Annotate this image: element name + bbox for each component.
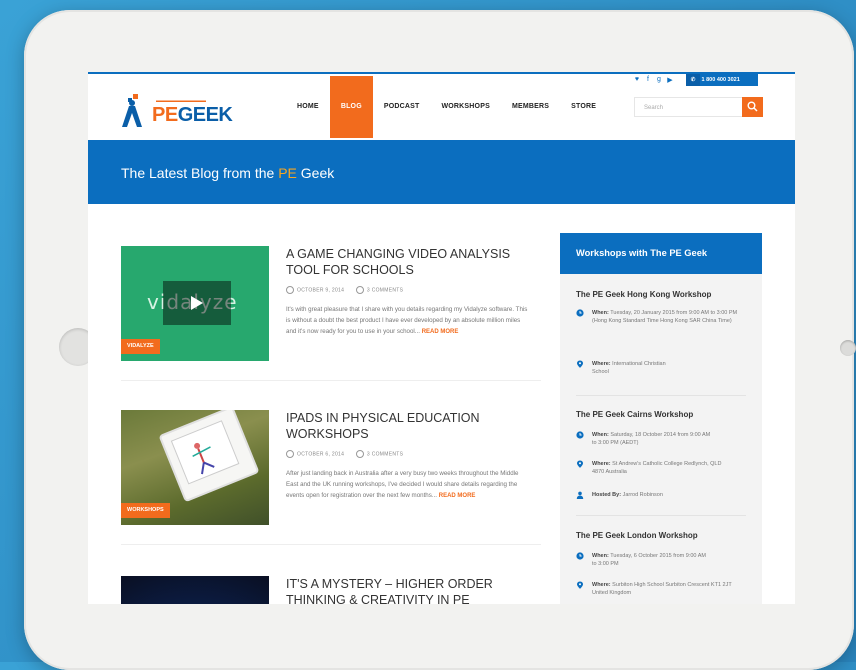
post-thumbnail[interactable]: WORKSHOPS bbox=[121, 410, 269, 525]
category-badge[interactable]: WORKSHOPS bbox=[121, 503, 170, 518]
post-date: OCTOBER 6, 2014 bbox=[297, 451, 345, 458]
workshop-divider bbox=[576, 395, 746, 396]
workshops-sidebar: Workshops with The PE Geek The PE Geek H… bbox=[560, 233, 762, 604]
comment-icon bbox=[355, 286, 364, 294]
blog-post: WORKSHOPS IPADS IN PHYSICAL EDUCATION WO… bbox=[121, 410, 541, 528]
post-divider bbox=[121, 544, 541, 545]
nav-item-store[interactable]: STORE bbox=[560, 76, 607, 138]
logo-text: PEGEEK bbox=[152, 104, 233, 126]
twitter-icon[interactable]: ♥ bbox=[633, 76, 641, 84]
clock-icon bbox=[576, 431, 584, 439]
post-meta: OCTOBER 9, 2014 3 COMMENTS bbox=[286, 286, 403, 294]
location-pin-icon bbox=[577, 581, 583, 589]
workshop-title[interactable]: The PE Geek London Workshop bbox=[576, 531, 698, 540]
clock-icon bbox=[576, 309, 584, 317]
banner-title: The Latest Blog from the PE Geek bbox=[121, 165, 335, 181]
clock-icon bbox=[286, 450, 294, 458]
post-comments[interactable]: 3 COMMENTS bbox=[367, 451, 403, 457]
play-button[interactable] bbox=[163, 281, 231, 325]
nav-item-members[interactable]: MEMBERS bbox=[501, 76, 560, 138]
facebook-icon[interactable]: f bbox=[644, 76, 652, 84]
phone-icon: ✆ bbox=[686, 74, 700, 86]
nav-item-home[interactable]: HOME bbox=[286, 76, 330, 138]
post-thumbnail[interactable]: vidalyze VIDALYZE bbox=[121, 246, 269, 361]
search-icon bbox=[747, 101, 758, 112]
logo-figure-icon bbox=[122, 94, 142, 127]
location-pin-icon bbox=[577, 460, 583, 468]
post-thumbnail[interactable] bbox=[121, 576, 269, 604]
comment-icon bbox=[355, 450, 364, 458]
workshop-divider bbox=[576, 515, 746, 516]
sidebar-title: Workshops with The PE Geek bbox=[560, 233, 762, 274]
workshop-title[interactable]: The PE Geek Cairns Workshop bbox=[576, 410, 693, 419]
blog-post: vidalyze VIDALYZE A GAME CHANGING VIDEO … bbox=[121, 246, 541, 364]
workshop-title[interactable]: The PE Geek Hong Kong Workshop bbox=[576, 290, 711, 299]
post-date: OCTOBER 9, 2014 bbox=[297, 287, 345, 294]
post-title[interactable]: IPADS IN PHYSICAL EDUCATION WORKSHOPS bbox=[286, 410, 536, 442]
post-divider bbox=[121, 380, 541, 381]
nav-item-workshops[interactable]: WORKSHOPS bbox=[430, 76, 500, 138]
blog-post: IT'S A MYSTERY – HIGHER ORDER THINKING &… bbox=[121, 576, 541, 604]
user-icon bbox=[576, 491, 584, 499]
clock-icon bbox=[286, 286, 294, 294]
phone-number: 1 800 400 3021 bbox=[701, 77, 740, 83]
camera bbox=[840, 340, 856, 356]
search-button[interactable] bbox=[742, 97, 763, 117]
read-more-link[interactable]: READ MORE bbox=[439, 493, 476, 499]
post-excerpt: After just landing back in Australia aft… bbox=[286, 470, 519, 499]
site-logo[interactable]: ▬▬▬▬▬▬▬▬▬▬ PEGEEK bbox=[118, 88, 233, 132]
category-badge[interactable]: VIDALYZE bbox=[121, 339, 160, 354]
social-links: ♥ f g ▶ bbox=[633, 76, 674, 84]
location-pin-icon bbox=[577, 360, 583, 368]
post-excerpt: It's with great pleasure that I share wi… bbox=[286, 306, 528, 335]
nav-item-blog[interactable]: BLOG bbox=[329, 76, 373, 138]
play-icon bbox=[191, 296, 203, 310]
youtube-icon[interactable]: ▶ bbox=[666, 76, 674, 84]
google-plus-icon[interactable]: g bbox=[655, 76, 663, 84]
post-title[interactable]: A GAME CHANGING VIDEO ANALYSIS TOOL FOR … bbox=[286, 246, 536, 278]
post-title[interactable]: IT'S A MYSTERY – HIGHER ORDER THINKING &… bbox=[286, 576, 536, 604]
post-comments[interactable]: 3 COMMENTS bbox=[367, 287, 403, 293]
web-page: ▬▬▬▬▬▬▬▬▬▬ PEGEEK HOME BLOG PODCAST WORKSHO… bbox=[88, 72, 795, 604]
nav-item-podcast[interactable]: PODCAST bbox=[373, 76, 431, 138]
clock-icon bbox=[576, 552, 584, 560]
ipad-photo bbox=[158, 410, 260, 503]
search-input[interactable]: Search bbox=[634, 97, 742, 117]
post-meta: OCTOBER 6, 2014 3 COMMENTS bbox=[286, 450, 403, 458]
ipad-illustration bbox=[170, 420, 240, 485]
phone-badge[interactable]: ✆ 1 800 400 3021 bbox=[686, 74, 758, 86]
main-nav: HOME BLOG PODCAST WORKSHOPS MEMBERS STORE bbox=[286, 76, 607, 138]
read-more-link[interactable]: READ MORE bbox=[422, 329, 459, 335]
